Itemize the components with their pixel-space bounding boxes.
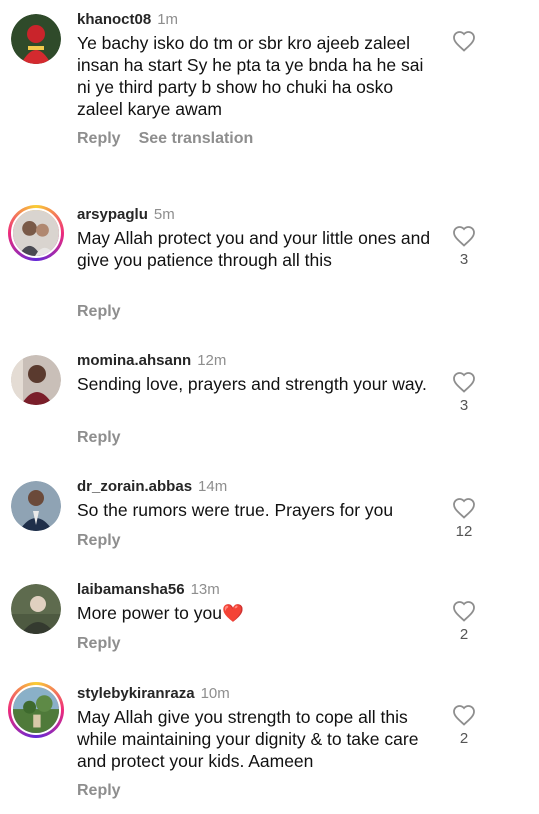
comment-meta: arsypaglu 5m bbox=[77, 205, 175, 225]
red-heart-emoji: ❤️ bbox=[221, 603, 244, 623]
comment-text: May Allah protect you and your little on… bbox=[77, 228, 431, 270]
username[interactable]: arsypaglu bbox=[77, 206, 148, 223]
comment-meta: khanoct08 1m bbox=[77, 10, 178, 30]
timestamp: 12m bbox=[197, 352, 227, 369]
comment-actions: Reply bbox=[77, 303, 139, 321]
like-count: 3 bbox=[459, 397, 469, 414]
heart-outline-icon bbox=[453, 226, 475, 247]
like-count: 3 bbox=[459, 251, 469, 268]
username[interactable]: khanoct08 bbox=[77, 11, 151, 28]
heart-outline-icon bbox=[453, 705, 475, 726]
heart-outline-icon bbox=[453, 498, 475, 519]
heart-outline-icon bbox=[453, 601, 475, 622]
heart-outline-icon bbox=[453, 372, 475, 393]
username[interactable]: laibamansha56 bbox=[77, 581, 185, 598]
comment-meta: stylebykiranraza 10m bbox=[77, 684, 230, 704]
like-button[interactable]: 2 bbox=[452, 704, 476, 747]
timestamp: 10m bbox=[200, 685, 230, 702]
comment-meta: dr_zorain.abbas 14m bbox=[77, 477, 227, 497]
like-button[interactable]: 3 bbox=[452, 225, 476, 268]
reply-button[interactable]: Reply bbox=[77, 303, 121, 320]
like-count: 2 bbox=[459, 730, 469, 747]
timestamp: 1m bbox=[157, 11, 179, 28]
comment-text: Ye bachy isko do tm or sbr kro ajeeb zal… bbox=[77, 33, 424, 119]
like-count: 12 bbox=[455, 523, 473, 540]
comment-actions: Reply bbox=[77, 635, 139, 653]
avatar[interactable] bbox=[11, 14, 61, 64]
comment-meta: laibamansha56 13m bbox=[77, 580, 220, 600]
timestamp: 14m bbox=[198, 478, 228, 495]
comment-text: Sending love, prayers and strength your … bbox=[77, 374, 427, 394]
comment-actions: Reply bbox=[77, 532, 139, 550]
like-button[interactable]: 12 bbox=[452, 497, 476, 540]
username[interactable]: stylebykiranraza bbox=[77, 685, 195, 702]
avatar[interactable] bbox=[11, 481, 61, 531]
timestamp: 5m bbox=[153, 206, 175, 223]
avatar[interactable] bbox=[11, 355, 61, 405]
username[interactable]: dr_zorain.abbas bbox=[77, 478, 192, 495]
comment-text: May Allah give you strength to cope all … bbox=[77, 707, 419, 771]
username[interactable]: momina.ahsann bbox=[77, 352, 191, 369]
timestamp: 13m bbox=[190, 581, 220, 598]
reply-button[interactable]: Reply bbox=[77, 782, 121, 799]
comment-text: So the rumors were true. Prayers for you bbox=[77, 500, 394, 520]
reply-button[interactable]: Reply bbox=[77, 429, 121, 446]
comment-actions: Reply bbox=[77, 429, 139, 447]
like-button[interactable]: 3 bbox=[452, 371, 476, 414]
reply-button[interactable]: Reply bbox=[77, 130, 121, 147]
comment-text: More power to you❤️ bbox=[77, 602, 437, 624]
like-button[interactable] bbox=[452, 30, 476, 56]
avatar[interactable] bbox=[8, 682, 64, 738]
reply-button[interactable]: Reply bbox=[77, 635, 121, 652]
like-button[interactable]: 2 bbox=[452, 600, 476, 643]
heart-outline-icon bbox=[453, 31, 475, 52]
comment-actions: Reply See translation bbox=[77, 130, 271, 148]
comment-meta: momina.ahsann 12m bbox=[77, 351, 226, 371]
avatar[interactable] bbox=[11, 584, 61, 634]
avatar[interactable] bbox=[8, 205, 64, 261]
reply-button[interactable]: Reply bbox=[77, 532, 121, 549]
see-translation-button[interactable]: See translation bbox=[139, 130, 254, 147]
like-count: 2 bbox=[459, 626, 469, 643]
comment-actions: Reply bbox=[77, 782, 139, 800]
comment-text-body: More power to you bbox=[77, 603, 222, 623]
